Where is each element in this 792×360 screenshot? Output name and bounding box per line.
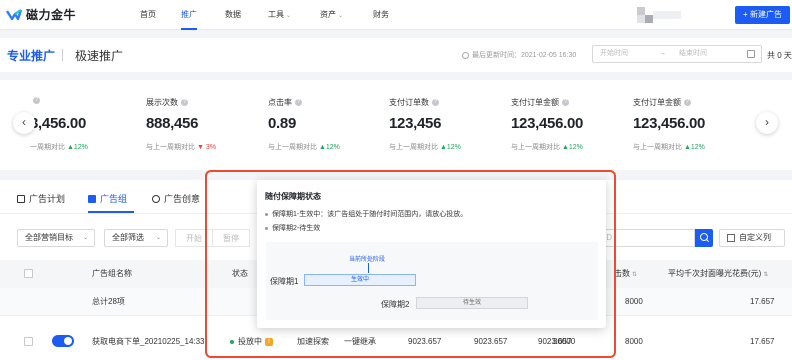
top-nav: 磁力金牛 首页 推广 数据 工具 ⌄ 资产 ⌄ 财务 + 新建广告 [0, 0, 792, 30]
help-icon[interactable]: ? [684, 99, 691, 106]
metric-compare: 与上一周期对比 ▲12% [389, 144, 461, 151]
chevron-down-icon: ⌄ [338, 13, 344, 19]
metric-compare: 与上一周期对比 ▼ 3% [146, 144, 216, 151]
metric-value: 0.89 [268, 115, 296, 132]
new-ad-button[interactable]: + 新建广告 [735, 6, 790, 24]
avatar[interactable] [637, 7, 681, 23]
custom-columns-button[interactable]: 自定义列 [719, 229, 785, 247]
ad-group-toggle[interactable] [52, 335, 74, 347]
total-label: 总计28项 [92, 297, 125, 306]
ad-group-name[interactable]: 获取电商下单_20210225_14:33 [92, 328, 205, 356]
columns-icon [727, 234, 735, 242]
metrics-carousel: ? 3,456.00 一周期对比 ▲12% 展示次数? 888,456 与上一周… [0, 80, 792, 170]
calendar-icon[interactable] [747, 50, 755, 58]
nav-assets[interactable]: 资产 ⌄ [320, 0, 343, 30]
days-count: 共 0 天 [767, 51, 792, 60]
help-icon[interactable]: ? [33, 97, 40, 104]
plan-icon [17, 194, 25, 203]
search-icon[interactable] [695, 229, 713, 247]
tab-ad-group[interactable]: 广告组 [88, 192, 127, 205]
col-ad-group-name: 广告组名称 [92, 269, 132, 278]
logo-icon [6, 8, 22, 20]
nav-data[interactable]: 数据 [225, 0, 241, 30]
metric-value: 3,456.00 [30, 115, 86, 132]
folder-icon [88, 194, 96, 203]
metric-label: 支付订单数? [389, 97, 439, 108]
carousel-prev-button[interactable]: ‹ [13, 112, 35, 134]
chevron-down-icon: ⌄ [286, 13, 292, 19]
metric-label: 点击率? [268, 97, 302, 108]
metric-value: 123,456.00 [511, 115, 584, 132]
nav-promotion[interactable]: 推广 [181, 0, 197, 30]
date-start-input[interactable]: 开始时间 [600, 46, 628, 62]
cell-value: 8000 [625, 337, 643, 346]
metric-compare: 与上一周期对比 ▲12% [511, 144, 583, 151]
metric-label: 支付订单金额? [511, 97, 569, 108]
nav-home[interactable]: 首页 [140, 0, 156, 30]
metric-card: 支付订单金额? 123,456.00 与上一周期对比 ▲12% [633, 80, 743, 170]
metric-label: ? [30, 97, 40, 104]
divider [62, 49, 63, 61]
row-checkbox[interactable] [24, 337, 33, 346]
arrow-right-icon: → [659, 50, 666, 57]
help-icon[interactable]: ? [181, 99, 188, 106]
tab-pro-promotion[interactable]: 专业推广 [7, 47, 55, 64]
help-icon[interactable]: ? [562, 99, 569, 106]
creative-icon [152, 194, 160, 203]
metric-compare: 与上一周期对比 ▲12% [268, 144, 340, 151]
chevron-down-icon: ⌄ [155, 235, 161, 241]
filter-select[interactable]: 全部筛选 ⌄ [104, 229, 168, 247]
col-clicks[interactable]: 击数 ⇅ [614, 260, 637, 289]
logo[interactable]: 磁力金牛 [6, 6, 76, 23]
carousel-next-button[interactable]: › [756, 112, 778, 134]
clock-icon [462, 51, 469, 59]
date-end-input[interactable]: 结束时间 [679, 46, 707, 62]
last-update-time: 最后更新时间：2021-02-05 16:30 [462, 50, 576, 60]
metric-label: 展示次数? [146, 97, 188, 108]
metric-value: 888,456 [146, 115, 199, 132]
date-range-picker[interactable]: 开始时间 → 结束时间 [592, 45, 762, 63]
nav-tools[interactable]: 工具 ⌄ [268, 0, 291, 30]
tab-fast-promotion[interactable]: 极速推广 [75, 47, 123, 64]
metric-card: 支付订单数? 123,456 与上一周期对比 ▲12% [389, 80, 499, 170]
metric-value: 123,456 [389, 115, 442, 132]
tab-ad-creative[interactable]: 广告创意 [152, 192, 200, 205]
help-icon[interactable]: ? [295, 99, 302, 106]
total-value: 17.657 [750, 297, 775, 306]
metric-label: 支付订单金额? [633, 97, 691, 108]
annotation-highlight-box [205, 170, 616, 358]
chevron-down-icon: ⌄ [82, 235, 88, 241]
metric-value: 123,456.00 [633, 115, 706, 132]
nav-assets-label: 资产 [320, 10, 336, 19]
marketing-goal-select[interactable]: 全部营销目标 ⌄ [17, 229, 95, 247]
nav-tools-label: 工具 [268, 10, 284, 19]
metric-card: ? 3,456.00 一周期对比 ▲12% [30, 80, 140, 170]
nav-finance[interactable]: 财务 [373, 0, 389, 30]
tab-ad-plan[interactable]: 广告计划 [17, 192, 65, 205]
select-all-checkbox[interactable] [24, 269, 33, 278]
col-avg-cpm[interactable]: 平均千次封面曝光花费(元) ⇅ [668, 260, 768, 289]
metric-card: 展示次数? 888,456 与上一周期对比 ▼ 3% [146, 80, 256, 170]
metric-compare: 一周期对比 ▲12% [30, 144, 88, 151]
help-icon[interactable]: ? [432, 99, 439, 106]
total-value: 8000 [625, 297, 643, 306]
sort-icon: ⇅ [763, 272, 769, 278]
promotion-mode-bar: 专业推广 极速推广 最后更新时间：2021-02-05 16:30 开始时间 →… [0, 38, 792, 72]
metric-card: 支付订单金额? 123,456.00 与上一周期对比 ▲12% [511, 80, 621, 170]
metric-card: 点击率? 0.89 与上一周期对比 ▲12% [268, 80, 378, 170]
cell-value: 17.657 [750, 337, 775, 346]
app-name: 磁力金牛 [26, 8, 77, 22]
metric-compare: 与上一周期对比 ▲12% [633, 144, 705, 151]
last-update-text: 最后更新时间：2021-02-05 16:30 [472, 52, 577, 59]
sort-icon: ⇅ [632, 272, 638, 278]
